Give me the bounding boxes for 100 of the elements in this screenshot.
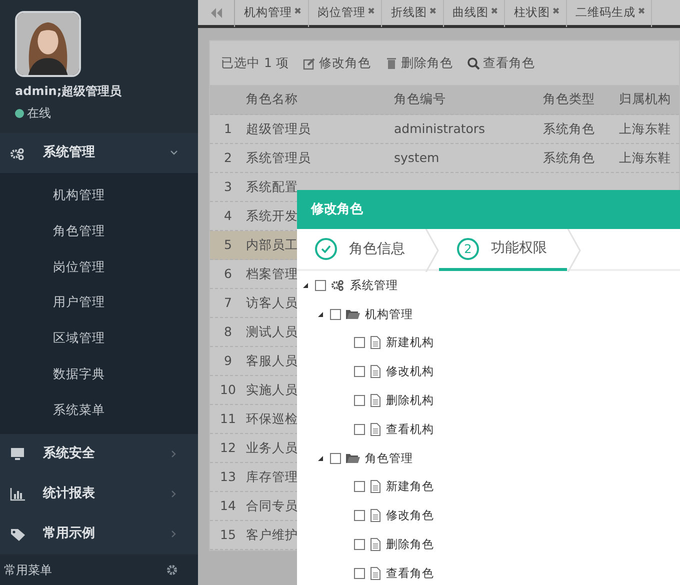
table-row[interactable]: 2 系统管理员 system 系统角色 上海东鞋 xyxy=(210,144,679,173)
table-cell-text: 系统配置 xyxy=(246,178,298,196)
dialog-title: 修改角色 xyxy=(297,190,680,229)
wizard-step[interactable]: 角色信息 xyxy=(297,229,425,269)
column-header: 角色编号 xyxy=(394,90,446,108)
row-number: 8 xyxy=(224,322,232,341)
tree-node-label[interactable]: 新建角色 xyxy=(386,478,434,496)
tab[interactable]: 曲线图 ✖ xyxy=(444,0,506,26)
checkbox[interactable] xyxy=(354,337,365,348)
checkbox[interactable] xyxy=(354,481,365,492)
tab[interactable]: 二维码生成 ✖ xyxy=(566,0,652,26)
tab[interactable]: 岗位管理 ✖ xyxy=(308,0,382,26)
submenu-item[interactable]: 区域管理 xyxy=(0,320,198,356)
table-cell-text: 上海东鞋 xyxy=(619,148,671,167)
tree-node-label[interactable]: 删除机构 xyxy=(386,392,434,410)
menu-item[interactable]: 统计报表 xyxy=(0,474,198,514)
tree-node-label[interactable]: 查看角色 xyxy=(386,564,434,582)
file-icon xyxy=(370,566,381,580)
collapse-icon[interactable] xyxy=(316,454,325,463)
folder-icon xyxy=(346,452,360,464)
file-icon xyxy=(370,336,381,350)
submenu-item[interactable]: 岗位管理 xyxy=(0,248,198,284)
tree-node-label[interactable]: 新建机构 xyxy=(386,334,434,352)
folder-icon xyxy=(346,308,360,320)
selection-count: 已选中 1 项 xyxy=(221,54,289,72)
gears-icon xyxy=(331,278,345,292)
trash-icon xyxy=(384,56,398,70)
file-icon xyxy=(370,422,381,436)
tab[interactable]: 柱状图 ✖ xyxy=(505,0,567,26)
table-cell-text: system xyxy=(394,148,440,167)
table-cell-text: 测试人员 xyxy=(246,322,298,341)
menu-item[interactable]: 系统安全 xyxy=(0,434,198,474)
settings-icon[interactable] xyxy=(166,564,178,576)
row-number: 1 xyxy=(224,120,232,138)
row-number: 10 xyxy=(220,380,236,399)
table-cell-text: 超级管理员 xyxy=(246,120,311,138)
table-row[interactable]: 1 超级管理员 administrators 系统角色 上海东鞋 xyxy=(210,115,679,144)
tree-node-label[interactable]: 查看机构 xyxy=(386,420,434,438)
submenu-item[interactable]: 角色管理 xyxy=(0,212,198,249)
checkbox[interactable] xyxy=(354,424,365,435)
submenu-item[interactable]: 机构管理 xyxy=(0,177,198,213)
table-cell-text: 系统角色 xyxy=(543,148,595,167)
tree-node-label[interactable]: 修改机构 xyxy=(386,363,434,380)
user-name: admin;超级管理员 xyxy=(15,83,122,100)
check-circle-icon xyxy=(315,238,337,260)
collapse-icon[interactable] xyxy=(316,310,325,319)
sidebar-footer-label: 常用菜单 xyxy=(4,562,52,579)
row-number: 2 xyxy=(224,148,232,167)
row-number: 13 xyxy=(220,468,236,486)
column-header: 角色类型 xyxy=(543,90,595,108)
tab[interactable]: 折线图 ✖ xyxy=(382,0,444,26)
tree-node-label[interactable]: 系统管理 xyxy=(350,276,398,294)
row-number: 7 xyxy=(224,294,232,312)
checkbox[interactable] xyxy=(330,308,341,320)
checkbox[interactable] xyxy=(330,452,341,464)
table-cell-text: administrators xyxy=(394,120,486,138)
wizard-step[interactable]: 2 功能权限 xyxy=(439,229,567,271)
tree-node-label[interactable]: 角色管理 xyxy=(365,450,413,467)
row-number: 3 xyxy=(224,178,232,196)
edit-icon xyxy=(302,56,316,70)
status-text: 在线 xyxy=(27,105,51,122)
tab[interactable]: 机构管理 ✖ xyxy=(235,0,309,26)
row-number: 5 xyxy=(224,236,232,254)
checkbox[interactable] xyxy=(354,568,365,579)
tag-icon xyxy=(10,526,26,541)
column-header: 归属机构 xyxy=(619,90,671,108)
row-number: 4 xyxy=(224,206,232,225)
file-icon xyxy=(370,509,381,522)
table-cell-text: 合同专员 xyxy=(246,496,298,515)
submenu-item[interactable]: 系统菜单 xyxy=(0,392,198,428)
menu-item[interactable]: 常用示例 xyxy=(0,514,198,554)
table-cell-text: 库存管理 xyxy=(246,468,298,486)
row-number: 6 xyxy=(224,264,232,283)
menu-item[interactable]: 系统管理 xyxy=(0,133,198,173)
toolbar-button[interactable]: 查看角色 xyxy=(466,54,535,72)
step-number: 2 xyxy=(457,238,479,260)
table-cell-text: 内部员工 xyxy=(246,236,298,254)
tree-node-label[interactable]: 修改角色 xyxy=(386,507,434,524)
file-icon xyxy=(370,538,381,552)
column-header: 角色名称 xyxy=(246,90,298,108)
checkbox[interactable] xyxy=(354,366,365,378)
row-number: 15 xyxy=(220,526,236,544)
submenu-item[interactable]: 数据字典 xyxy=(0,356,198,392)
checkbox[interactable] xyxy=(354,539,365,550)
submenu-item[interactable]: 用户管理 xyxy=(0,284,198,320)
tree-node-label[interactable]: 机构管理 xyxy=(365,306,413,323)
table-cell-text: 实施人员 xyxy=(246,380,298,399)
row-number: 12 xyxy=(220,438,236,457)
tree-node-label[interactable]: 删除角色 xyxy=(386,536,434,554)
checkbox[interactable] xyxy=(354,510,365,522)
toolbar-button[interactable]: 修改角色 xyxy=(302,54,371,72)
table-cell-text: 系统开发 xyxy=(246,206,298,225)
gears-icon xyxy=(10,146,26,160)
collapse-icon[interactable] xyxy=(301,280,310,290)
checkbox[interactable] xyxy=(354,395,365,406)
checkbox[interactable] xyxy=(315,280,326,291)
table-cell-text: 档案管理 xyxy=(246,264,298,283)
row-number: 9 xyxy=(224,352,232,370)
toolbar-button[interactable]: 删除角色 xyxy=(384,54,453,72)
table-cell-text: 客服人员 xyxy=(246,352,298,370)
